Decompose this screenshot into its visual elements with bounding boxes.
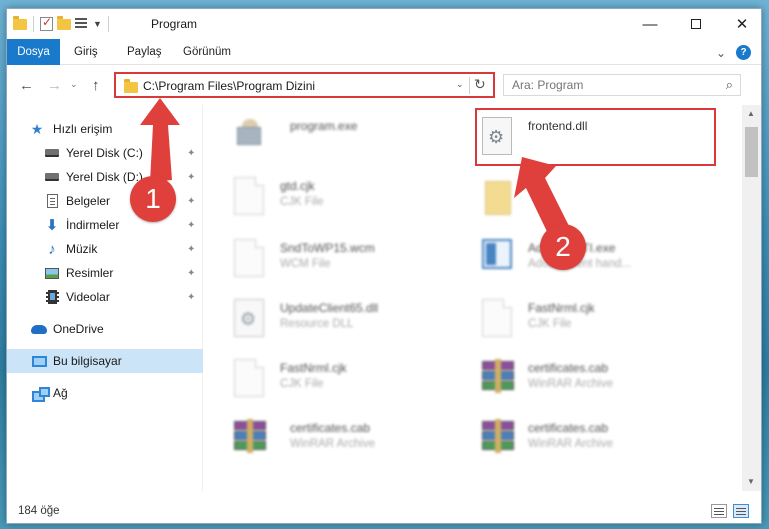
- step-1-badge: 1: [130, 176, 176, 222]
- step-2-badge: 2: [540, 224, 586, 270]
- annotation-overlay: [140, 98, 572, 242]
- arrow-to-address-bar: [140, 98, 180, 182]
